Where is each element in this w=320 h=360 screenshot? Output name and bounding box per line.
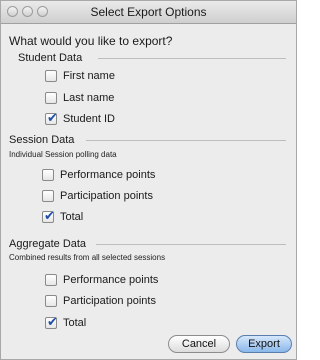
session-total-label: Total	[60, 211, 84, 223]
export-options-window: Select Export Options What would you lik…	[0, 0, 297, 360]
checkmark-icon: ✔	[44, 208, 55, 223]
student-data-divider	[98, 58, 286, 59]
title-bar[interactable]: Select Export Options	[1, 1, 296, 24]
session-data-divider	[86, 140, 286, 141]
aggregate-performance-checkbox[interactable]	[45, 274, 57, 286]
aggregate-total-checkbox[interactable]: ✔	[45, 314, 58, 329]
window-title: Select Export Options	[90, 5, 207, 19]
aggregate-performance-label: Performance points	[63, 274, 159, 286]
checkmark-icon: ✔	[47, 110, 58, 125]
session-data-heading: Session Data	[9, 134, 75, 146]
aggregate-total-label: Total	[63, 317, 87, 329]
last-name-label: Last name	[63, 92, 115, 104]
first-name-label: First name	[63, 70, 115, 82]
last-name-checkbox[interactable]	[45, 92, 57, 104]
aggregate-participation-checkbox[interactable]	[45, 295, 57, 307]
aggregate-participation-label: Participation points	[63, 295, 156, 307]
first-name-checkbox[interactable]	[45, 70, 57, 82]
session-performance-checkbox[interactable]	[42, 169, 54, 181]
checkmark-icon: ✔	[47, 314, 58, 329]
aggregate-data-divider	[96, 244, 286, 245]
session-total-checkbox[interactable]: ✔	[42, 208, 55, 223]
student-id-checkbox[interactable]: ✔	[45, 110, 58, 125]
student-data-heading: Student Data	[18, 52, 83, 64]
cancel-button[interactable]: Cancel	[168, 335, 230, 353]
export-button[interactable]: Export	[236, 335, 292, 353]
aggregate-data-heading: Aggregate Data	[9, 238, 87, 250]
aggregate-data-subtitle: Combined results from all selected sessi…	[9, 253, 166, 262]
student-id-label: Student ID	[63, 113, 115, 125]
session-participation-checkbox[interactable]	[42, 190, 54, 202]
session-participation-label: Participation points	[60, 190, 153, 202]
session-data-subtitle: Individual Session polling data	[9, 150, 117, 159]
export-prompt: What would you like to export?	[9, 34, 173, 48]
session-performance-label: Performance points	[60, 169, 156, 181]
